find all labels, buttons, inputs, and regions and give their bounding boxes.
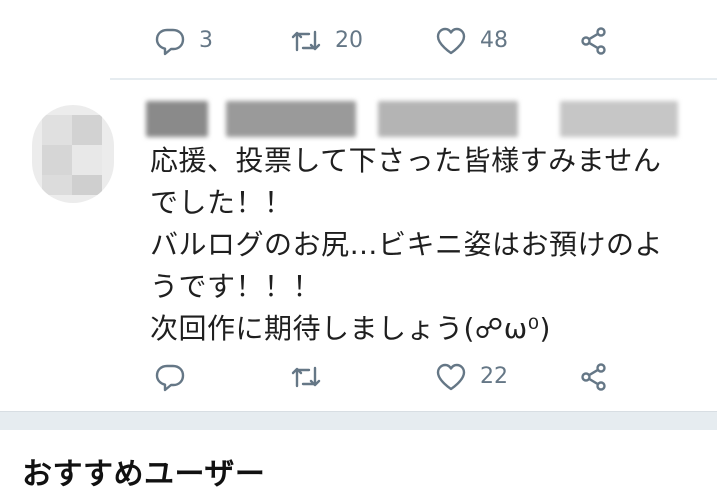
share-icon bbox=[578, 361, 610, 393]
retweet-icon bbox=[290, 361, 322, 393]
heart-icon bbox=[435, 361, 467, 393]
like-button[interactable]: 48 bbox=[435, 21, 508, 61]
retweet-icon bbox=[290, 25, 322, 57]
display-name-redacted bbox=[226, 101, 356, 137]
share-button[interactable] bbox=[578, 357, 610, 397]
timeline: 3 20 48 応援、投票して下さった皆様すみません でした！！ バルログのお尻… bbox=[0, 0, 717, 502]
like-count: 48 bbox=[480, 28, 508, 53]
reply-button[interactable] bbox=[154, 357, 199, 397]
like-count: 22 bbox=[480, 364, 508, 389]
share-button[interactable] bbox=[578, 21, 610, 61]
tweet-action-bar: 22 bbox=[0, 357, 717, 397]
tweet-action-bar: 3 20 48 bbox=[0, 21, 717, 61]
retweet-button[interactable]: 20 bbox=[290, 21, 363, 61]
retweet-button[interactable] bbox=[290, 357, 335, 397]
recommended-users-heading: おすすめユーザー bbox=[22, 457, 266, 492]
reply-icon bbox=[154, 25, 186, 57]
heart-icon bbox=[435, 25, 467, 57]
section-divider bbox=[0, 411, 717, 430]
reply-button[interactable]: 3 bbox=[154, 21, 213, 61]
share-icon bbox=[578, 25, 610, 57]
screen-name-redacted bbox=[378, 101, 518, 137]
timestamp-redacted bbox=[560, 101, 678, 137]
retweet-count: 20 bbox=[335, 28, 363, 53]
tweet-text: 応援、投票して下さった皆様すみません でした！！ バルログのお尻…ビキニ姿はお預… bbox=[150, 144, 664, 345]
reply-count: 3 bbox=[199, 28, 213, 53]
reply-icon bbox=[154, 361, 186, 393]
display-name-redacted bbox=[146, 101, 208, 137]
avatar[interactable] bbox=[32, 105, 114, 203]
tweet-divider bbox=[110, 78, 717, 80]
like-button[interactable]: 22 bbox=[435, 357, 508, 397]
